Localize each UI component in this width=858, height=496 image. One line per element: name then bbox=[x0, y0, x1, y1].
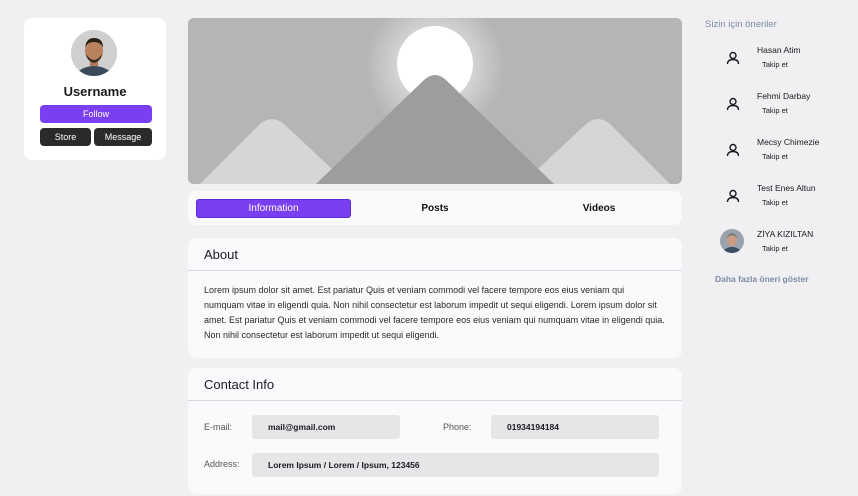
follow-link[interactable]: Takip et bbox=[762, 60, 788, 69]
profile-avatar[interactable] bbox=[71, 30, 117, 76]
divider bbox=[188, 270, 682, 271]
address-field[interactable]: Lorem Ipsum / Lorem / Ipsum, 123456 bbox=[252, 453, 659, 477]
user-icon bbox=[722, 139, 744, 161]
suggestion-item: Fehmi Darbay Takip et bbox=[716, 89, 856, 129]
suggestion-name[interactable]: Fehmi Darbay bbox=[757, 91, 810, 101]
about-section: About Lorem ipsum dolor sit amet. Est pa… bbox=[188, 238, 682, 358]
show-more-suggestions-link[interactable]: Daha fazla öneri göster bbox=[715, 274, 809, 284]
cover-image bbox=[188, 18, 682, 184]
suggestion-item: Test Enes Altun Takip et bbox=[716, 181, 856, 221]
profile-card: Username Follow Store Message bbox=[24, 18, 166, 160]
email-label: E-mail: bbox=[204, 422, 233, 432]
address-label: Address: bbox=[204, 459, 240, 469]
suggestions-title: Sizin için öneriler bbox=[705, 19, 777, 30]
username: Username bbox=[63, 84, 127, 99]
about-title: About bbox=[204, 247, 238, 262]
tab-information[interactable]: Information bbox=[196, 199, 351, 218]
about-text: Lorem ipsum dolor sit amet. Est pariatur… bbox=[204, 285, 665, 340]
suggestion-name[interactable]: Mecsy Chimezie bbox=[757, 137, 819, 147]
suggestion-item: Hasan Atim Takip et bbox=[716, 43, 856, 83]
follow-link[interactable]: Takip et bbox=[762, 106, 788, 115]
phone-field[interactable]: 01934194184 bbox=[491, 415, 659, 439]
follow-link[interactable]: Takip et bbox=[762, 198, 788, 207]
phone-label: Phone: bbox=[443, 422, 472, 432]
follow-button[interactable]: Follow bbox=[40, 105, 152, 123]
suggestion-name[interactable]: Test Enes Altun bbox=[757, 183, 816, 193]
store-button[interactable]: Store bbox=[40, 128, 91, 146]
follow-link[interactable]: Takip et bbox=[762, 244, 788, 253]
tab-posts[interactable]: Posts bbox=[356, 199, 514, 218]
profile-tabs: Information Posts Videos bbox=[188, 191, 682, 225]
contact-title: Contact Info bbox=[204, 377, 275, 392]
message-button[interactable]: Message bbox=[94, 128, 152, 146]
user-icon bbox=[722, 93, 744, 115]
suggestion-item: ZİYA KIZILTAN Takip et bbox=[716, 227, 856, 267]
email-field[interactable]: mail@gmail.com bbox=[252, 415, 400, 439]
suggestion-name[interactable]: ZİYA KIZILTAN bbox=[757, 229, 813, 239]
contact-section: Contact Info E-mail: mail@gmail.com Phon… bbox=[188, 368, 682, 494]
suggestion-name[interactable]: Hasan Atim bbox=[757, 45, 800, 55]
suggestion-item: Mecsy Chimezie Takip et bbox=[716, 135, 856, 175]
suggestion-avatar[interactable] bbox=[720, 229, 744, 253]
user-icon bbox=[722, 47, 744, 69]
divider bbox=[188, 400, 682, 401]
tab-videos[interactable]: Videos bbox=[520, 199, 678, 218]
follow-link[interactable]: Takip et bbox=[762, 152, 788, 161]
user-icon bbox=[722, 185, 744, 207]
